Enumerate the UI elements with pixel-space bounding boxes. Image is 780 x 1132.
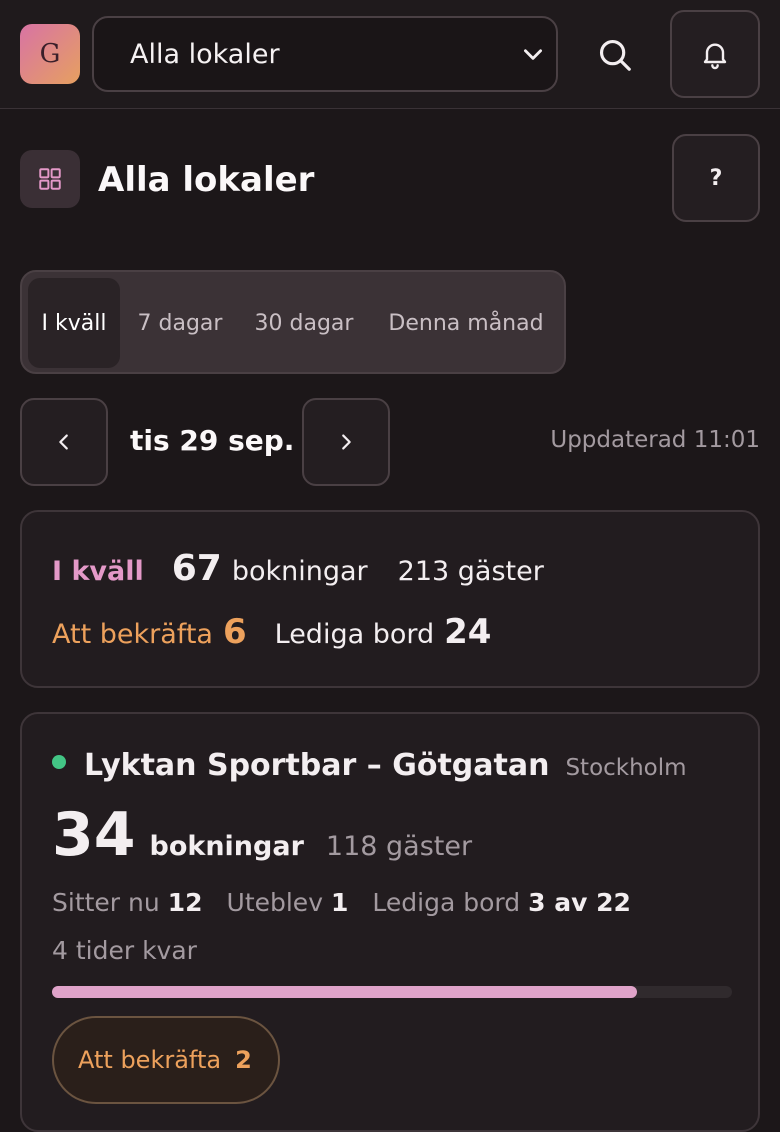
seated-label: Sitter nu bbox=[52, 888, 160, 917]
period-tabs: I kväll 7 dagar 30 dagar Denna månad bbox=[20, 270, 566, 374]
tab-30-days[interactable]: 30 dagar bbox=[240, 278, 368, 368]
times-left: 4 tider kvar bbox=[52, 936, 197, 965]
summary-card: I kväll 67 bokningar 213 gäster Att bekr… bbox=[20, 510, 760, 688]
tab-tonight[interactable]: I kväll bbox=[28, 278, 120, 368]
venue-select[interactable]: Alla lokaler bbox=[92, 16, 558, 92]
noshow-label: Uteblev bbox=[226, 888, 323, 917]
summary-to-confirm-count: 6 bbox=[222, 612, 247, 652]
bell-icon bbox=[703, 43, 727, 70]
summary-bookings-count: 67 bbox=[171, 548, 222, 589]
updated-time: Uppdaterad 11:01 bbox=[550, 427, 760, 453]
help-button[interactable]: ? bbox=[672, 134, 760, 222]
top-bar: G Alla lokaler bbox=[0, 0, 780, 109]
to-confirm-button-count: 2 bbox=[235, 1046, 252, 1074]
to-confirm-button-label: Att bekräfta bbox=[78, 1046, 222, 1074]
prev-day-button[interactable] bbox=[20, 398, 108, 486]
noshow-count: 1 bbox=[331, 888, 349, 917]
capacity-progress-fill bbox=[52, 986, 637, 998]
current-date: tis 29 sep. bbox=[130, 424, 295, 457]
venue-card[interactable]: Lyktan Sportbar – Götgatan Stockholm 34 … bbox=[20, 712, 760, 1132]
chevron-right-icon bbox=[342, 434, 351, 450]
app-logo[interactable]: G bbox=[20, 24, 80, 84]
venue-select-value: Alla lokaler bbox=[130, 38, 280, 70]
next-day-button[interactable] bbox=[302, 398, 390, 486]
to-confirm-button[interactable]: Att bekräfta 2 bbox=[52, 1016, 280, 1104]
summary-free-tables-label: Lediga bord bbox=[274, 619, 435, 650]
venue-bookings-label: bokningar bbox=[149, 831, 304, 862]
logo-letter: G bbox=[39, 39, 61, 69]
grid-icon bbox=[20, 150, 80, 208]
tab-this-month[interactable]: Denna månad bbox=[372, 278, 560, 368]
chevron-left-icon bbox=[59, 434, 68, 450]
venue-city: Stockholm bbox=[565, 755, 687, 781]
summary-to-confirm-label: Att bekräfta bbox=[52, 619, 213, 650]
venue-bookings-count: 34 bbox=[52, 800, 136, 870]
venue-name: Lyktan Sportbar – Götgatan bbox=[84, 748, 550, 783]
chevron-down-icon bbox=[524, 49, 542, 60]
page-title: Alla lokaler bbox=[98, 160, 315, 200]
status-dot bbox=[52, 755, 66, 769]
summary-guests: 213 gäster bbox=[397, 556, 544, 587]
summary-free-tables-count: 24 bbox=[444, 612, 492, 652]
venue-guests: 118 gäster bbox=[325, 831, 473, 862]
summary-period: I kväll bbox=[52, 556, 144, 587]
free-tables-value: 3 av 22 bbox=[528, 888, 631, 917]
capacity-progress-bar bbox=[52, 986, 732, 998]
notifications-button[interactable] bbox=[670, 10, 760, 98]
summary-bookings-label: bokningar bbox=[231, 556, 368, 587]
free-tables-label: Lediga bord bbox=[372, 888, 521, 917]
tab-7-days[interactable]: 7 dagar bbox=[124, 278, 236, 368]
search-icon[interactable] bbox=[596, 36, 634, 74]
seated-count: 12 bbox=[167, 888, 203, 917]
